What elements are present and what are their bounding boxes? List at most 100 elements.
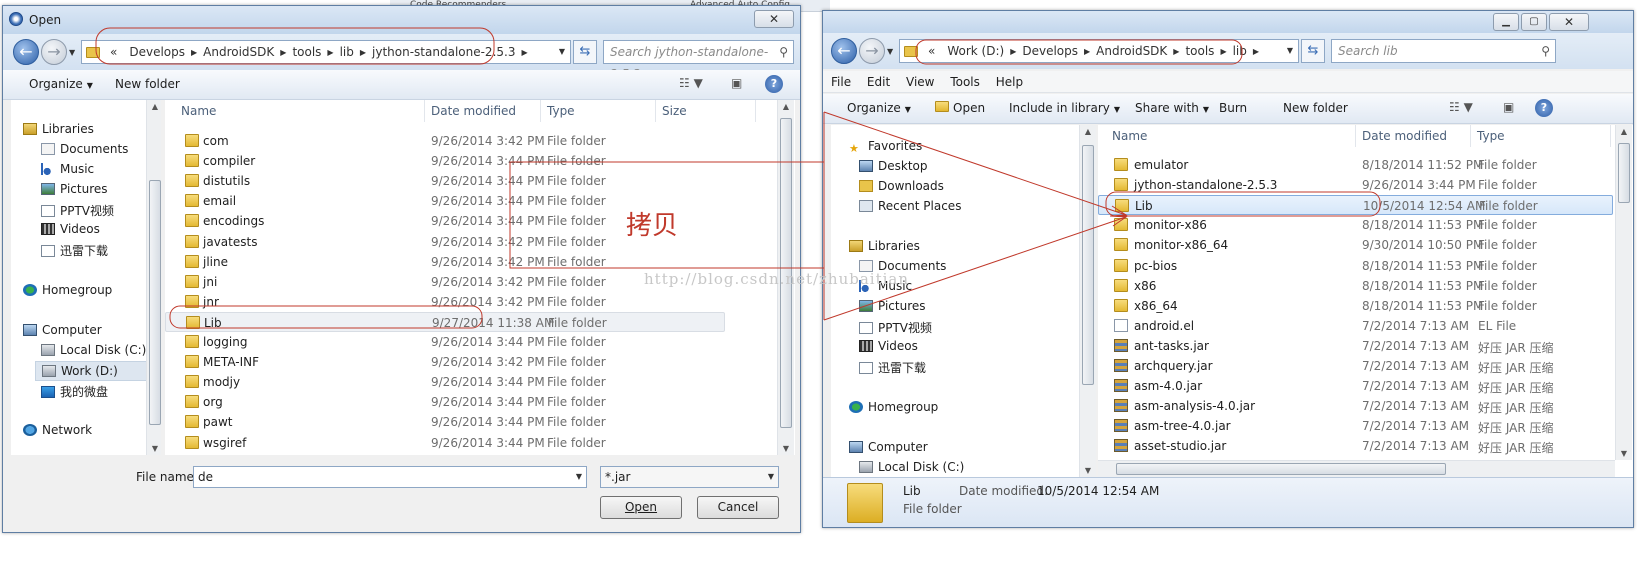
file-row[interactable]: META-INF 9/26/2014 3:42 PM File folder [165, 352, 765, 372]
scroll-down-icon[interactable]: ▼ [147, 444, 161, 453]
close-button[interactable]: ✕ [754, 10, 794, 28]
nav-item[interactable]: Computer [23, 323, 102, 337]
file-row[interactable]: pawt 9/26/2014 3:44 PM File folder [165, 412, 765, 432]
nav-item[interactable]: 迅雷下载 [859, 359, 926, 376]
cancel-button[interactable]: Cancel [697, 496, 779, 519]
nav-item[interactable]: Local Disk (C:) [859, 460, 964, 474]
nav-item[interactable]: Network [23, 423, 92, 437]
scroll-down-icon[interactable]: ▼ [1616, 449, 1632, 458]
scroll-thumb[interactable] [1116, 463, 1446, 475]
breadcrumb-separator-icon[interactable]: ▶ [521, 48, 527, 57]
file-row[interactable]: asset-studio.jar 7/2/2014 7:13 AM 好压 JAR 压… [1098, 436, 1613, 456]
organize-button[interactable]: Organize ▼ [29, 77, 93, 91]
file-row[interactable]: asm-tree-4.0.jar 7/2/2014 7:13 AM 好压 JAR 压… [1098, 416, 1613, 436]
address-history-dropdown[interactable]: ▼ [1281, 39, 1299, 63]
breadcrumb-item[interactable]: lib [340, 45, 354, 59]
nav-item[interactable]: Libraries [23, 122, 94, 136]
breadcrumb-item[interactable]: AndroidSDK [203, 45, 274, 59]
scroll-thumb[interactable] [149, 180, 161, 425]
column-header-size[interactable]: Size [656, 100, 756, 122]
breadcrumb-item[interactable]: Develops [1022, 44, 1078, 58]
breadcrumb-separator-icon[interactable]: ▶ [1084, 47, 1090, 56]
file-name-input[interactable]: de ▼ [193, 466, 587, 488]
search-icon[interactable]: ⚲ [1541, 40, 1550, 62]
nav-scrollbar[interactable]: ▲ ▼ [1079, 125, 1096, 477]
close-button[interactable]: ✕ [1549, 13, 1589, 31]
search-icon[interactable]: ⚲ [779, 41, 788, 63]
nav-item[interactable]: Homegroup [23, 283, 112, 297]
file-row[interactable]: compiler 9/26/2014 3:44 PM File folder [165, 151, 765, 171]
back-button[interactable]: ← [13, 39, 39, 65]
column-header-date[interactable]: Date modified [425, 100, 541, 122]
menu-view[interactable]: View [906, 75, 934, 89]
file-row[interactable]: monitor-x86 8/18/2014 11:53 PM File folder [1098, 215, 1613, 235]
breadcrumb-separator-icon[interactable]: ▶ [1220, 47, 1226, 56]
file-row[interactable]: jnr 9/26/2014 3:42 PM File folder [165, 292, 765, 312]
nav-scrollbar[interactable]: ▲ ▼ [146, 100, 161, 455]
breadcrumb-overflow[interactable]: « [928, 44, 935, 58]
burn-button[interactable]: Burn [1219, 101, 1247, 115]
file-row[interactable]: com 9/26/2014 3:42 PM File folder [165, 131, 765, 151]
file-row[interactable]: x86_64 8/18/2014 11:53 PM File folder [1098, 296, 1613, 316]
file-row[interactable]: archquery.jar 7/2/2014 7:13 AM 好压 JAR 压缩 [1098, 356, 1613, 376]
column-header-date[interactable]: Date modified [1356, 125, 1471, 147]
help-icon[interactable]: ? [765, 75, 783, 93]
file-row[interactable]: Lib 10/5/2014 12:54 AM File folder [1098, 195, 1613, 216]
nav-item[interactable]: ★ Favorites [849, 139, 922, 155]
scroll-down-icon[interactable]: ▼ [1080, 466, 1096, 475]
organize-button[interactable]: Organize ▼ [847, 101, 911, 115]
nav-item[interactable]: Music [41, 162, 94, 176]
file-row[interactable]: logging 9/26/2014 3:44 PM File folder [165, 332, 765, 352]
forward-button[interactable]: → [41, 39, 67, 65]
chevron-down-icon[interactable]: ▼ [768, 467, 774, 487]
nav-item[interactable]: PPTV视频 [859, 319, 932, 336]
nav-item[interactable]: Homegroup [849, 400, 938, 414]
nav-item[interactable]: PPTV视频 [41, 202, 114, 219]
file-row[interactable]: Lib 9/27/2014 11:38 AM File folder [165, 311, 725, 332]
help-icon[interactable]: ? [1535, 99, 1553, 117]
scroll-up-icon[interactable]: ▲ [147, 102, 161, 111]
breadcrumb-item[interactable]: lib [1233, 44, 1247, 58]
menu-edit[interactable]: Edit [867, 75, 890, 89]
maximize-button[interactable]: ▢ [1521, 13, 1547, 31]
nav-item[interactable]: Pictures [859, 299, 926, 313]
file-row[interactable]: monitor-x86_64 9/30/2014 10:50 PM File fol… [1098, 235, 1613, 255]
preview-pane-icon[interactable]: ▣ [1503, 100, 1514, 114]
scroll-down-icon[interactable]: ▼ [778, 444, 794, 453]
scroll-up-icon[interactable]: ▲ [1616, 127, 1632, 136]
menu-tools[interactable]: Tools [950, 75, 980, 89]
file-row[interactable]: x86 8/18/2014 11:53 PM File folder [1098, 276, 1613, 296]
forward-button[interactable]: → [859, 38, 885, 64]
nav-item[interactable]: Downloads [859, 179, 944, 193]
column-header-type[interactable]: Type [541, 100, 656, 122]
menu-help[interactable]: Help [996, 75, 1023, 89]
breadcrumb-item[interactable]: tools [292, 45, 321, 59]
breadcrumb-item[interactable]: Develops [129, 45, 185, 59]
chevron-down-icon[interactable]: ▼ [576, 467, 582, 487]
breadcrumb-item[interactable]: AndroidSDK [1096, 44, 1167, 58]
file-row[interactable]: jline 9/26/2014 3:42 PM File folder [165, 252, 765, 272]
nav-item[interactable]: Computer [849, 440, 928, 454]
nav-item[interactable]: Videos [859, 339, 918, 353]
file-row[interactable]: pc-bios 8/18/2014 11:53 PM File folder [1098, 256, 1613, 276]
file-row[interactable]: asm-4.0.jar 7/2/2014 7:13 AM 好压 JAR 压缩 [1098, 376, 1613, 396]
file-row[interactable]: modjy 9/26/2014 3:44 PM File folder [165, 372, 765, 392]
share-with-button[interactable]: Share with ▼ [1135, 101, 1209, 115]
open-button[interactable]: Open [935, 101, 985, 115]
nav-item[interactable]: Desktop [859, 159, 928, 173]
nav-item[interactable]: Pictures [41, 182, 108, 196]
open-button[interactable]: Open [600, 496, 682, 519]
nav-item[interactable]: Videos [41, 222, 100, 236]
breadcrumb-separator-icon[interactable]: ▶ [1173, 47, 1179, 56]
breadcrumb-separator-icon[interactable]: ▶ [360, 48, 366, 57]
new-folder-button[interactable]: New folder [1283, 101, 1348, 115]
file-row[interactable]: emulator 8/18/2014 11:52 PM File folder [1098, 155, 1613, 175]
scroll-thumb[interactable] [1618, 143, 1630, 203]
scroll-up-icon[interactable]: ▲ [1080, 127, 1096, 136]
scroll-up-icon[interactable]: ▲ [778, 102, 794, 111]
nav-item[interactable]: Local Disk (C:) [41, 343, 146, 357]
file-row[interactable]: asm-analysis-4.0.jar 7/2/2014 7:13 AM 好压 J… [1098, 396, 1613, 416]
breadcrumb-item[interactable]: Work (D:) [947, 44, 1004, 58]
file-row[interactable]: distutils 9/26/2014 3:44 PM File folder [165, 171, 765, 191]
refresh-button[interactable]: ⇆ [573, 40, 597, 64]
